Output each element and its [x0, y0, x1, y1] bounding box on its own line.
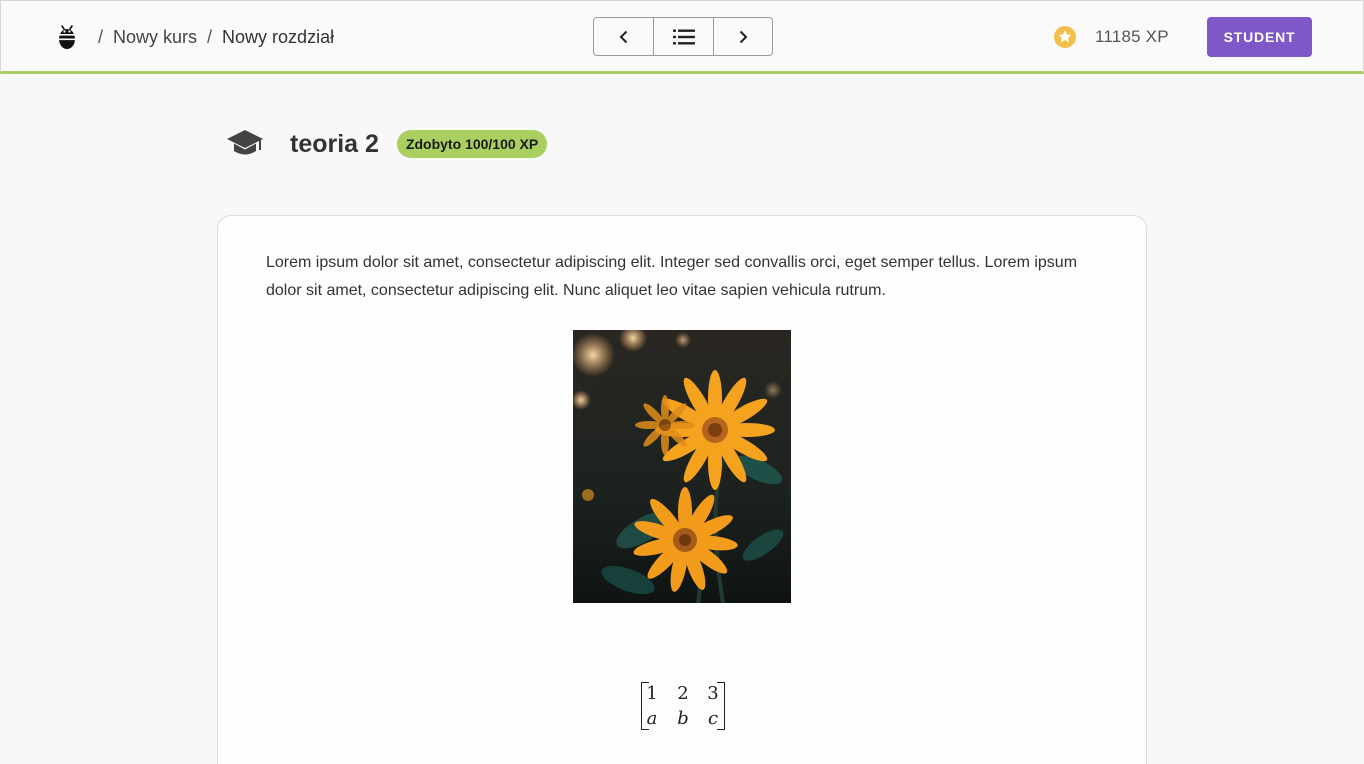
lesson-header: teoria 2 Zdobyto 100/100 XP: [226, 126, 548, 162]
lesson-navigation: [593, 17, 773, 56]
matrix-cell: 1: [646, 683, 658, 704]
breadcrumb: / Nowy kurs / Nowy rozdział: [98, 26, 334, 48]
xp-earned-badge: Zdobyto 100/100 XP: [396, 130, 548, 158]
matrix-cell: a: [646, 708, 658, 729]
breadcrumb-separator: /: [207, 26, 213, 47]
matrix-cell: b: [677, 708, 689, 729]
top-bar: / Nowy kurs / Nowy rozdział 11185 XP STU…: [0, 0, 1364, 74]
matrix-cell: 3: [707, 683, 719, 704]
star-coin-icon: [1054, 26, 1076, 48]
chevron-left-icon: [619, 30, 627, 43]
breadcrumb-chapter-link[interactable]: Nowy rozdział: [222, 27, 334, 48]
math-matrix: 1 2 3 a b c: [638, 680, 728, 732]
matrix-cell: c: [707, 708, 719, 729]
list-icon: [672, 29, 695, 44]
lesson-title: teoria 2: [290, 129, 379, 158]
flower-photo: [573, 330, 791, 603]
bug-logo-icon[interactable]: [57, 24, 77, 50]
lesson-content-card: Lorem ipsum dolor sit amet, consectetur …: [217, 215, 1147, 764]
xp-counter: 11185 XP: [1053, 25, 1169, 49]
breadcrumb-course-link[interactable]: Nowy kurs: [113, 27, 197, 48]
next-lesson-button[interactable]: [712, 18, 772, 55]
breadcrumb-separator: /: [98, 26, 104, 47]
student-role-button[interactable]: STUDENT: [1207, 17, 1312, 57]
lesson-paragraph: Lorem ipsum dolor sit amet, consectetur …: [266, 254, 1078, 299]
matrix-cell: 2: [677, 683, 689, 704]
graduation-cap-icon: [227, 130, 263, 155]
flower-photo-illustration: [573, 330, 791, 603]
xp-value: 11185 XP: [1095, 27, 1169, 46]
chevron-right-icon: [739, 30, 748, 43]
lesson-list-button[interactable]: [653, 18, 712, 55]
previous-lesson-button[interactable]: [594, 18, 653, 55]
